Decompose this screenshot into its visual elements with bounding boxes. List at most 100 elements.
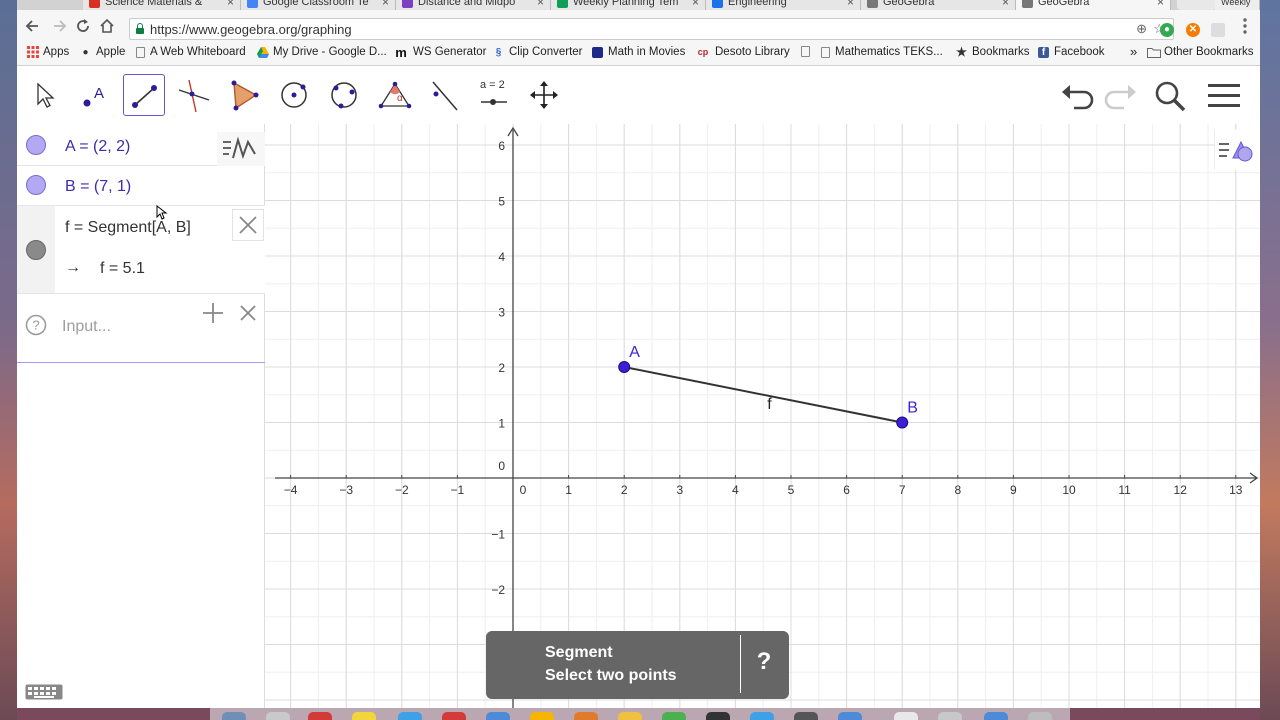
- visibility-toggle[interactable]: [26, 135, 46, 155]
- tool-segment[interactable]: [123, 74, 165, 116]
- tool-circle-three-points[interactable]: [323, 74, 365, 116]
- tool-circle[interactable]: [273, 74, 315, 116]
- bookmark-apple[interactable]: ● Apple: [80, 46, 125, 58]
- tool-perpendicular[interactable]: [173, 74, 215, 116]
- virtual-keyboard-icon[interactable]: [25, 684, 63, 700]
- bookmark-math-in-movies[interactable]: Math in Movies: [592, 46, 685, 58]
- dock-document-icon[interactable]: [938, 712, 962, 720]
- segment-definition[interactable]: f = Segment[A, B]: [65, 219, 191, 237]
- tool-point[interactable]: A: [73, 74, 115, 116]
- visibility-toggle[interactable]: [26, 240, 46, 260]
- bookmark-web-whiteboard[interactable]: A Web Whiteboard: [136, 46, 246, 58]
- sheets-icon: [557, 0, 568, 8]
- new-tab-button[interactable]: [1177, 0, 1217, 10]
- close-tab-icon[interactable]: ×: [692, 0, 699, 8]
- close-tab-icon[interactable]: ×: [847, 0, 854, 8]
- bookmark-my-drive[interactable]: My Drive - Google D...: [257, 46, 387, 58]
- evernote-extension-icon[interactable]: ●: [1160, 23, 1174, 37]
- algebra-input-row[interactable]: ? Input...: [17, 294, 265, 363]
- bookmark-mathematics-teks[interactable]: Mathematics TEKS...: [821, 46, 943, 58]
- dock-app-icon[interactable]: [308, 712, 332, 720]
- tab-title: Engineering: [728, 0, 787, 8]
- chrome-menu-button[interactable]: [1235, 16, 1255, 36]
- dock-drive-icon[interactable]: [530, 712, 554, 720]
- tab-geogebra-1[interactable]: GeoGebra ×: [861, 0, 1016, 10]
- tool-move[interactable]: [23, 74, 65, 116]
- segment-length-value: f = 5.1: [100, 260, 145, 277]
- bookmark-apps[interactable]: Apps: [27, 46, 69, 58]
- tool-polygon[interactable]: [223, 74, 265, 116]
- graphics-view[interactable]: −4−3−2−1012345678910111213123456−1−2−30f…: [265, 124, 1260, 708]
- dock-document-icon[interactable]: [894, 712, 918, 720]
- dock-app-icon[interactable]: [574, 712, 598, 720]
- dock-app-icon[interactable]: [750, 712, 774, 720]
- zoom-icon[interactable]: ⊕: [1136, 21, 1147, 37]
- dock-safari-icon[interactable]: [398, 712, 422, 720]
- tab-science-materials[interactable]: Science Materials & ×: [83, 0, 241, 10]
- undo-icon[interactable]: [1060, 80, 1096, 112]
- coordinate-grid[interactable]: −4−3−2−1012345678910111213123456−1−2−30f…: [265, 124, 1260, 708]
- dock-launchpad-icon[interactable]: [266, 712, 290, 720]
- dock-notes-icon[interactable]: [352, 712, 376, 720]
- tab-distance-midpoint[interactable]: Distance and Midpo ×: [396, 0, 551, 10]
- dock-app-icon[interactable]: [442, 712, 466, 720]
- search-icon[interactable]: [1153, 80, 1189, 114]
- dock-finder-icon[interactable]: [222, 712, 246, 720]
- redo-icon[interactable]: [1102, 80, 1138, 112]
- dock-app-icon[interactable]: [618, 712, 642, 720]
- close-tab-icon[interactable]: ×: [1157, 0, 1164, 8]
- profile-button[interactable]: Weekly: [1215, 0, 1260, 10]
- reload-button[interactable]: [73, 16, 93, 36]
- tooltip-help-button[interactable]: ?: [749, 648, 779, 676]
- extension-x-icon[interactable]: ✕: [1186, 23, 1200, 37]
- input-help-icon[interactable]: ?: [25, 314, 47, 336]
- dock-terminal-icon[interactable]: [706, 712, 730, 720]
- tab-weekly-planning[interactable]: Weekly Planning Tem ×: [551, 0, 706, 10]
- close-tab-icon[interactable]: ×: [382, 0, 389, 8]
- home-icon: [100, 18, 114, 33]
- tool-slider[interactable]: a = 2: [473, 74, 515, 116]
- algebra-row-segment-f[interactable]: f = Segment[A, B] → f = 5.1: [17, 206, 265, 294]
- bookmarks-overflow-button[interactable]: »: [1130, 44, 1137, 59]
- tab-geogebra-active[interactable]: GeoGebra ×: [1016, 0, 1171, 10]
- dock-app-icon[interactable]: [838, 712, 862, 720]
- add-plus-icon[interactable]: [198, 298, 228, 328]
- tab-engineering[interactable]: Engineering ×: [706, 0, 861, 10]
- bookmark-clip-converter[interactable]: § Clip Converter: [493, 46, 583, 58]
- address-bar[interactable]: https://www.geogebra.org/graphing ⊕ ☆: [129, 18, 1174, 40]
- algebra-input-field[interactable]: Input...: [62, 318, 111, 336]
- dock-app-icon[interactable]: [794, 712, 818, 720]
- extension-icon[interactable]: [1211, 23, 1225, 37]
- bookmark-label: My Drive - Google D...: [273, 46, 387, 58]
- tool-move-graphics[interactable]: [523, 74, 565, 116]
- back-button[interactable]: [23, 16, 43, 36]
- bookmark-desoto-library[interactable]: cp Desoto Library: [696, 46, 790, 58]
- bookmark-blank-page[interactable]: [801, 46, 815, 57]
- graphics-style-bar-button[interactable]: [1214, 130, 1260, 170]
- bookmark-facebook[interactable]: f Facebook: [1038, 46, 1105, 58]
- bookmark-bookmarks[interactable]: ★ Bookmarks: [956, 46, 1029, 59]
- bookmark-ws-generator[interactable]: m WS Generator: [394, 46, 486, 59]
- forward-button[interactable]: [49, 16, 69, 36]
- clear-input-icon[interactable]: [233, 298, 263, 328]
- dock-app-icon[interactable]: [486, 712, 510, 720]
- close-tab-icon[interactable]: ×: [1002, 0, 1009, 8]
- dock-trash-icon[interactable]: [1028, 712, 1052, 720]
- other-bookmarks-folder[interactable]: Other Bookmarks: [1147, 46, 1253, 58]
- delete-row-icon[interactable]: [232, 209, 264, 241]
- home-button[interactable]: [97, 16, 117, 36]
- tool-angle[interactable]: α: [373, 74, 415, 116]
- close-tab-icon[interactable]: ×: [537, 0, 544, 8]
- visibility-toggle[interactable]: [26, 175, 46, 195]
- algebra-row-point-b[interactable]: B = (7, 1): [17, 166, 265, 206]
- hamburger-menu-icon[interactable]: [1207, 80, 1241, 112]
- algebra-style-bar-icon[interactable]: [217, 132, 265, 166]
- point-b-definition[interactable]: B = (7, 1): [65, 178, 131, 196]
- tab-google-classroom[interactable]: Google Classroom Te ×: [241, 0, 396, 10]
- algebra-row-point-a[interactable]: A = (2, 2): [17, 124, 265, 166]
- point-a-definition[interactable]: A = (2, 2): [65, 138, 130, 156]
- tool-reflect[interactable]: [423, 74, 465, 116]
- dock-folder-icon[interactable]: [984, 712, 1008, 720]
- dock-messages-icon[interactable]: [662, 712, 686, 720]
- close-tab-icon[interactable]: ×: [227, 0, 234, 8]
